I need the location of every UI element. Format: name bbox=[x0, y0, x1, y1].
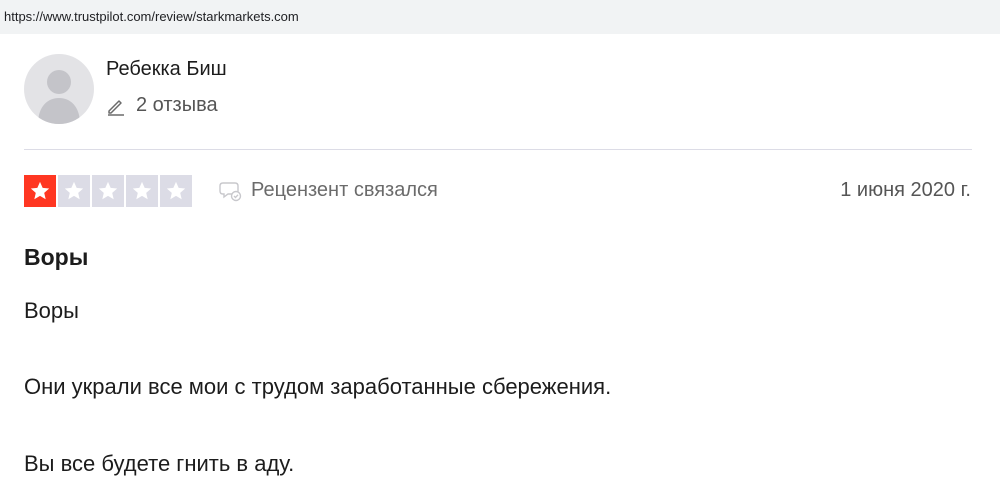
review-body-line: Воры bbox=[24, 298, 79, 323]
star-empty bbox=[92, 175, 124, 207]
star-icon bbox=[64, 181, 84, 200]
avatar[interactable] bbox=[24, 54, 94, 124]
reviewer-name[interactable]: Ребекка Биш bbox=[106, 58, 227, 81]
review-body-line: Вы все будете гнить в аду. bbox=[24, 451, 295, 476]
star-empty bbox=[126, 175, 158, 207]
reviews-count-label: 2 отзыва bbox=[136, 94, 218, 116]
divider bbox=[24, 149, 972, 150]
star-icon bbox=[30, 181, 50, 200]
review-body-line: Они украли все мои с трудом заработанные… bbox=[24, 374, 612, 399]
review-card: Ребекка Биш 2 отзыва Рецензент связался … bbox=[0, 34, 1000, 493]
star-rating bbox=[24, 175, 194, 207]
star-empty bbox=[160, 175, 192, 207]
star-icon bbox=[98, 181, 118, 200]
star-empty bbox=[58, 175, 90, 207]
reviewer-contacted-badge: Рецензент связался bbox=[219, 179, 438, 202]
url-text: https://www.trustpilot.com/review/starkm… bbox=[4, 9, 299, 24]
star-icon bbox=[132, 181, 152, 200]
reviews-count: 2 отзыва bbox=[106, 94, 218, 117]
contacted-label: Рецензент связался bbox=[251, 179, 438, 201]
chat-bubble-icon bbox=[219, 181, 242, 201]
star-icon bbox=[166, 181, 186, 200]
user-silhouette-icon bbox=[38, 70, 80, 124]
star-filled bbox=[24, 175, 56, 207]
pencil-icon bbox=[108, 99, 124, 116]
review-title[interactable]: Воры bbox=[24, 244, 88, 271]
address-bar[interactable]: https://www.trustpilot.com/review/starkm… bbox=[0, 0, 1000, 34]
review-date: 1 июня 2020 г. bbox=[840, 179, 971, 201]
